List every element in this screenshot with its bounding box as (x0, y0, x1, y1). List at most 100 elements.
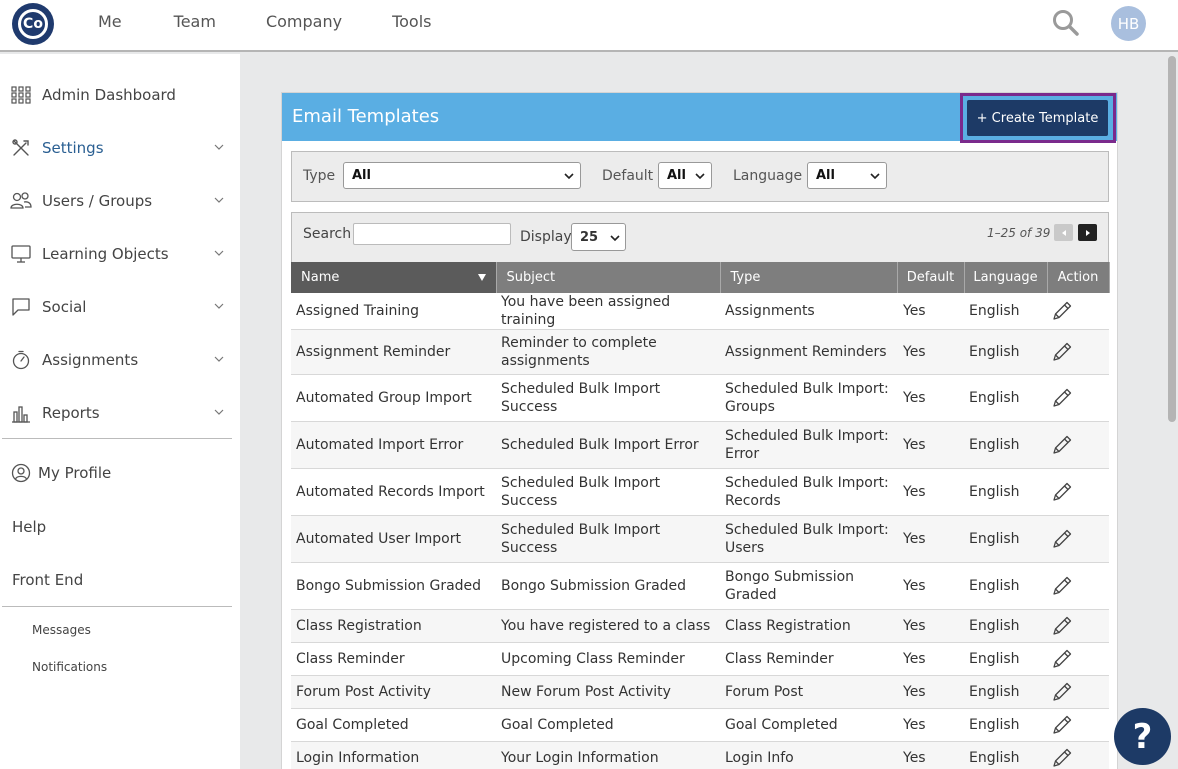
top-nav: Me Team Company Tools (98, 12, 432, 31)
cell-type: Class Reminder (720, 642, 897, 676)
cell-default: Yes (897, 374, 964, 422)
cell-action (1047, 642, 1109, 676)
column-header-name[interactable]: Name (291, 262, 497, 293)
search-label: Search (303, 226, 352, 242)
cell-subject: Scheduled Bulk Import Success (496, 468, 720, 516)
nav-tools[interactable]: Tools (392, 12, 431, 31)
sidebar-item-admin-dashboard[interactable]: Admin Dashboard (10, 84, 225, 106)
edit-pencil-icon[interactable] (1051, 747, 1073, 769)
sidebar-item-label: Front End (12, 571, 84, 589)
cell-subject: Scheduled Bulk Import Success (496, 515, 720, 563)
sidebar-item-reports[interactable]: Reports (10, 402, 225, 424)
cell-subject: Scheduled Bulk Import Success (496, 374, 720, 422)
sidebar-divider (2, 438, 232, 439)
edit-pencil-icon[interactable] (1051, 387, 1073, 409)
search-input[interactable] (353, 223, 511, 245)
cell-name: Class Registration (291, 609, 496, 643)
nav-me[interactable]: Me (98, 12, 122, 31)
sidebar-item-notifications[interactable]: Notifications (32, 660, 107, 674)
next-page-button[interactable] (1078, 224, 1097, 241)
sidebar-item-learning-objects[interactable]: Learning Objects (10, 243, 225, 265)
email-templates-table: Name Subject Type Default Language Actio… (291, 262, 1110, 769)
email-templates-panel: Email Templates + Create Template Type A… (281, 92, 1118, 769)
monitor-icon (10, 243, 32, 265)
chat-icon (10, 296, 32, 318)
edit-pencil-icon[interactable] (1051, 714, 1073, 736)
sidebar-item-label: Admin Dashboard (42, 86, 176, 104)
sidebar-item-messages[interactable]: Messages (32, 623, 91, 637)
edit-pencil-icon[interactable] (1051, 648, 1073, 670)
edit-pencil-icon[interactable] (1051, 434, 1073, 456)
cell-name: Login Information (291, 741, 496, 769)
default-filter-select[interactable]: All (658, 162, 712, 189)
cell-type: Goal Completed (720, 708, 897, 742)
edit-pencil-icon[interactable] (1051, 681, 1073, 703)
cell-default: Yes (897, 293, 964, 330)
sidebar-item-label: Settings (42, 139, 104, 157)
sidebar-item-label: Social (42, 298, 87, 316)
nav-company[interactable]: Company (266, 12, 342, 31)
avatar[interactable]: HB (1111, 6, 1146, 41)
sidebar-item-front-end[interactable]: Front End (12, 571, 227, 589)
cell-action (1047, 562, 1109, 610)
display-count-select[interactable]: 25 (571, 223, 626, 251)
help-button[interactable]: ? (1114, 708, 1171, 765)
create-template-button[interactable]: + Create Template (967, 100, 1108, 136)
cell-name: Assigned Training (291, 293, 496, 330)
table-row: Class Registration You have registered to… (291, 609, 1109, 643)
cell-action (1047, 675, 1109, 709)
cell-subject: You have registered to a class (496, 609, 720, 643)
chevron-down-icon (214, 250, 224, 256)
cell-action (1047, 293, 1109, 330)
edit-pencil-icon[interactable] (1051, 341, 1073, 363)
cell-language: English (964, 515, 1047, 563)
cell-name: Goal Completed (291, 708, 496, 742)
table-row: Automated User Import Scheduled Bulk Impo… (291, 515, 1109, 563)
cell-type: Login Info (720, 741, 897, 769)
edit-pencil-icon[interactable] (1051, 615, 1073, 637)
column-header-type[interactable]: Type (720, 262, 898, 293)
type-filter-label: Type (303, 168, 336, 184)
language-filter-select[interactable]: All (807, 162, 887, 189)
column-header-default[interactable]: Default (897, 262, 965, 293)
sidebar-item-label: My Profile (38, 464, 112, 482)
sidebar-item-help[interactable]: Help (12, 518, 227, 536)
search-icon[interactable] (1052, 9, 1080, 37)
cell-subject: You have been assigned training (496, 293, 720, 330)
cell-action (1047, 329, 1109, 375)
create-template-highlight: + Create Template (960, 93, 1116, 143)
edit-pencil-icon[interactable] (1051, 481, 1073, 503)
cell-action (1047, 741, 1109, 769)
cell-default: Yes (897, 562, 964, 610)
type-filter-select[interactable]: All (343, 162, 581, 189)
edit-pencil-icon[interactable] (1051, 528, 1073, 550)
sidebar-item-label: Users / Groups (42, 192, 153, 210)
cell-default: Yes (897, 609, 964, 643)
type-filter-value: All (352, 168, 371, 183)
edit-pencil-icon[interactable] (1051, 575, 1073, 597)
filter-bar: Type All Default All Language All (291, 151, 1109, 202)
cell-default: Yes (897, 468, 964, 516)
sidebar-item-users-groups[interactable]: Users / Groups (10, 190, 225, 212)
sidebar-item-social[interactable]: Social (10, 296, 225, 318)
column-header-subject[interactable]: Subject (496, 262, 721, 293)
nav-team[interactable]: Team (174, 12, 216, 31)
sidebar-item-settings[interactable]: Settings (10, 137, 225, 159)
cell-default: Yes (897, 642, 964, 676)
column-header-language[interactable]: Language (964, 262, 1048, 293)
page-title: Email Templates (292, 106, 440, 127)
previous-page-button[interactable] (1054, 224, 1073, 241)
table-header-row: Name Subject Type Default Language Actio… (291, 262, 1110, 293)
cell-language: English (964, 609, 1047, 643)
sidebar-item-assignments[interactable]: Assignments (10, 349, 225, 371)
table-row: Login Information Your Login Information L… (291, 741, 1109, 769)
edit-pencil-icon[interactable] (1051, 300, 1073, 322)
cell-name: Assignment Reminder (291, 329, 496, 375)
cell-subject: Scheduled Bulk Import Error (496, 421, 720, 469)
cell-action (1047, 421, 1109, 469)
triangle-right-icon (1085, 229, 1090, 236)
sidebar-item-my-profile[interactable]: My Profile (10, 462, 225, 484)
scrollbar-thumb[interactable] (1168, 56, 1176, 422)
column-header-action: Action (1047, 262, 1110, 293)
company-logo[interactable]: Co (12, 3, 54, 45)
